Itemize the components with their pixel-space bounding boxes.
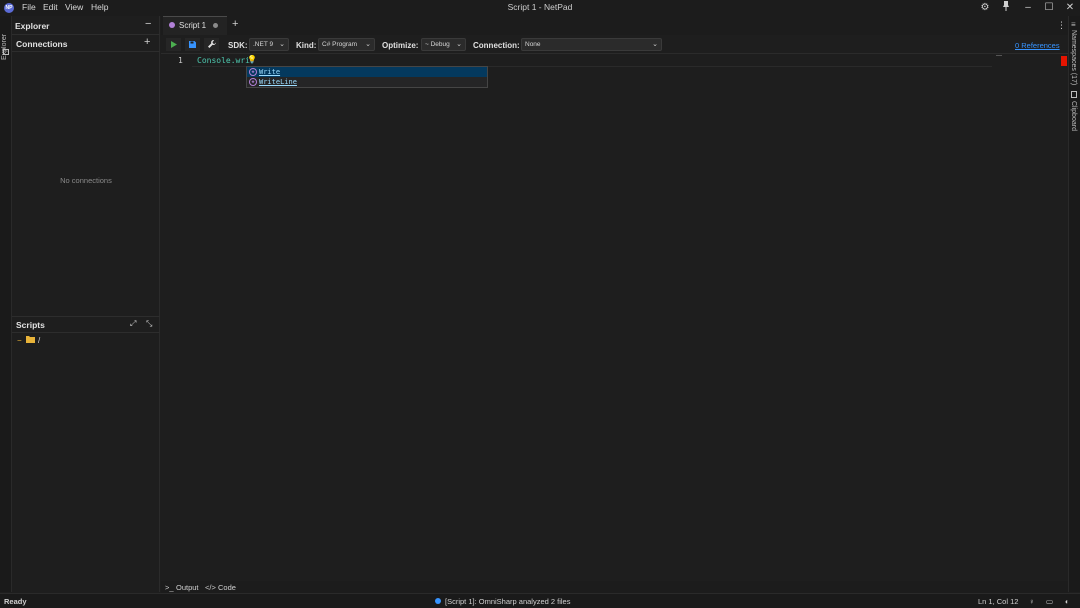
namespaces-tab[interactable]: Namespaces (17) xyxy=(1070,30,1077,85)
references-link[interactable]: 0 References xyxy=(1015,41,1060,50)
method-icon: ◈ xyxy=(249,78,257,86)
bottom-panel-tabs xyxy=(161,581,1068,593)
suggestion-label: Write xyxy=(259,68,281,76)
lightbulb-status-icon[interactable]: ♀ xyxy=(1029,597,1035,606)
terminal-icon: >_ xyxy=(165,583,174,592)
csharp-file-icon xyxy=(169,22,175,28)
optimize-label: Optimize: xyxy=(382,41,419,50)
explorer-side-icon xyxy=(3,49,9,55)
pin-icon[interactable] xyxy=(999,1,1013,15)
sdk-label: SDK: xyxy=(228,41,248,50)
connections-title: Connections xyxy=(16,39,68,49)
suggestion-item[interactable]: ◈ WriteLine xyxy=(247,77,487,87)
connection-label: Connection: xyxy=(473,41,520,50)
clipboard-tab[interactable]: Clipboard xyxy=(1070,101,1077,131)
new-tab-icon[interactable]: + xyxy=(232,18,238,30)
connections-divider xyxy=(12,51,160,52)
method-icon: ◈ xyxy=(249,68,257,76)
lightbulb-icon[interactable]: 💡 xyxy=(247,55,257,64)
connection-value: None xyxy=(525,41,541,48)
suggestion-label: WriteLine xyxy=(259,78,297,86)
save-icon[interactable] xyxy=(185,38,200,51)
code-tab[interactable]: Code xyxy=(218,583,236,592)
minimize-icon[interactable]: – xyxy=(1021,1,1035,15)
chevron-down-icon: ⌄ xyxy=(456,41,462,48)
code-brackets-icon: </> xyxy=(205,583,216,592)
explorer-panel xyxy=(12,16,160,592)
sdk-select[interactable]: .NET 9 ⌄ xyxy=(249,38,289,51)
output-tab[interactable]: Output xyxy=(176,583,199,592)
no-connections-text: No connections xyxy=(60,176,112,185)
overview-ruler-marker xyxy=(1061,56,1067,66)
optimize-select[interactable]: ~ Debug ⌄ xyxy=(421,38,466,51)
kind-value: C# Program xyxy=(322,41,358,48)
status-message[interactable]: [Script 1]: OmniSharp analyzed 2 files xyxy=(445,597,570,606)
chevron-down-icon: ⌄ xyxy=(652,41,658,48)
suggestion-item[interactable]: ◈ Write xyxy=(247,67,487,77)
tree-collapse-icon[interactable]: − xyxy=(17,336,22,345)
explorer-title: Explorer xyxy=(15,21,50,31)
code-text[interactable]: Console.wri xyxy=(197,56,250,65)
collapse-all-icon[interactable]: ⤡ xyxy=(146,319,152,329)
more-options-icon[interactable]: ⋮ xyxy=(1057,20,1066,31)
cursor-position[interactable]: Ln 1, Col 12 xyxy=(978,597,1018,606)
folder-icon xyxy=(26,336,35,343)
kind-select[interactable]: C# Program ⌄ xyxy=(318,38,375,51)
monitor-icon[interactable]: ▭ xyxy=(1046,597,1053,606)
maximize-icon[interactable]: ☐ xyxy=(1042,1,1056,15)
line-number: 1 xyxy=(178,56,183,65)
close-icon[interactable]: ✕ xyxy=(1063,1,1077,15)
window-title: Script 1 - NetPad xyxy=(507,2,573,12)
unsaved-dot-icon[interactable] xyxy=(213,23,218,28)
clipboard-icon xyxy=(1071,91,1077,98)
chevron-down-icon: ⌄ xyxy=(365,41,371,48)
sdk-value: .NET 9 xyxy=(253,41,274,48)
wrench-icon[interactable] xyxy=(204,38,219,51)
connection-select[interactable]: None ⌄ xyxy=(521,38,662,51)
left-activity-strip xyxy=(0,16,12,592)
minimap-line xyxy=(996,55,1002,56)
optimize-value: ~ Debug xyxy=(425,41,450,48)
chevron-down-icon: ⌄ xyxy=(279,41,285,48)
omnisharp-status-icon xyxy=(435,598,441,604)
add-connection-icon[interactable]: + xyxy=(144,36,150,48)
list-icon: ≡ xyxy=(1071,20,1076,29)
tab-label: Script 1 xyxy=(179,21,207,30)
scripts-top-divider xyxy=(12,316,160,317)
kind-label: Kind: xyxy=(296,41,317,50)
theme-toggle-icon[interactable]: ◐ xyxy=(1065,597,1070,606)
explorer-divider xyxy=(12,34,160,35)
autocomplete-popup: ◈ Write ◈ WriteLine xyxy=(246,66,488,88)
scripts-title: Scripts xyxy=(16,320,45,330)
settings-gear-icon[interactable]: ⚙ xyxy=(978,1,992,15)
scripts-root-folder[interactable]: / xyxy=(38,336,40,345)
scripts-divider xyxy=(12,332,160,333)
code-editor[interactable] xyxy=(161,55,1068,581)
expand-all-icon[interactable]: ⤢ xyxy=(130,319,136,329)
run-icon[interactable] xyxy=(166,38,181,51)
tab-bar xyxy=(161,16,1068,35)
collapse-explorer-icon[interactable]: − xyxy=(145,18,151,30)
status-ready: Ready xyxy=(4,597,27,606)
